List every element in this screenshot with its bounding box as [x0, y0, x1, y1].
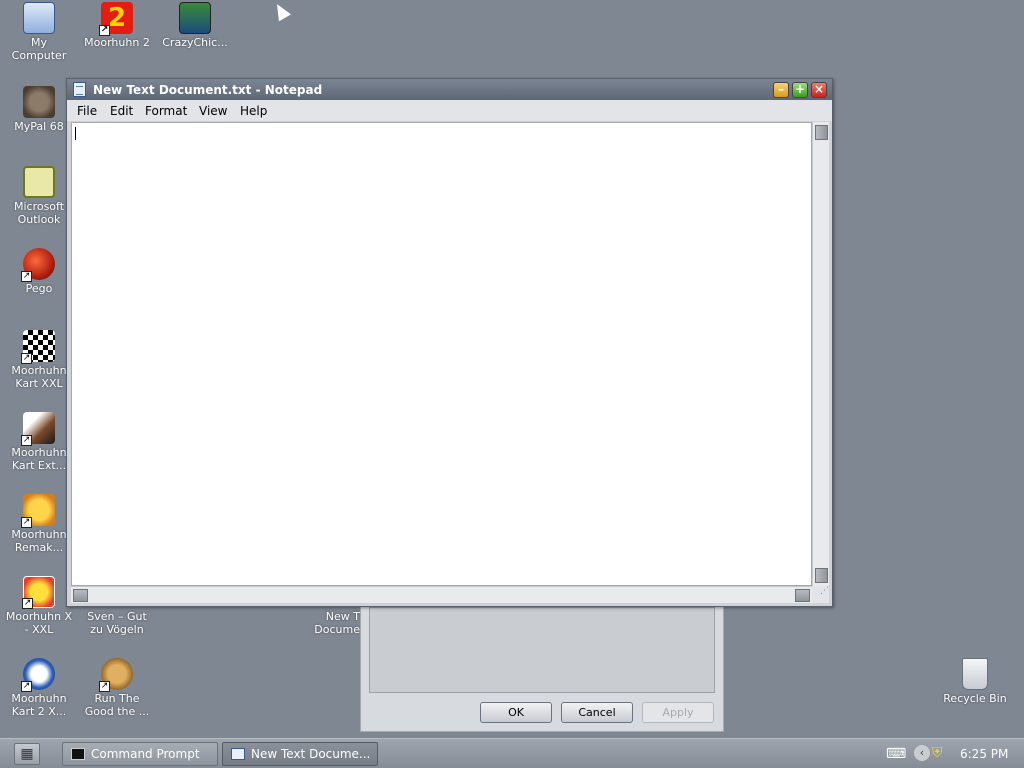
text-editor[interactable]	[71, 122, 812, 586]
menu-view[interactable]: View	[199, 104, 227, 118]
window-title: New Text Document.txt - Notepad	[93, 83, 323, 97]
task-command-prompt[interactable]: Command Prompt	[62, 742, 218, 766]
desktop-icon-crazychicken[interactable]: CrazyChic...	[156, 2, 234, 49]
text-caret	[75, 127, 76, 140]
resize-grip[interactable]: ⋰	[812, 586, 829, 603]
desktop-icon-label: CrazyChic...	[162, 36, 228, 49]
security-shield-icon[interactable]: ⛨	[932, 745, 943, 761]
raccoon-icon	[23, 86, 55, 118]
desktop-icon-label: New T Docume	[314, 610, 360, 636]
computer-icon	[23, 2, 55, 34]
shortcut-arrow-icon: ↗	[21, 353, 32, 364]
kart-xxl-icon: ↗	[21, 330, 55, 364]
shortcut-arrow-icon: ↗	[99, 681, 110, 692]
keyboard-icon[interactable]: ⌨	[886, 746, 906, 762]
command-prompt-icon	[71, 748, 85, 760]
recycle-bin-icon	[962, 658, 988, 690]
menu-edit[interactable]: Edit	[110, 104, 133, 118]
system-tray: ⌨ ‹ ⛨ 6:25 PM	[880, 742, 1020, 766]
desktop-icon-label: Recycle Bin	[943, 692, 1007, 705]
shortcut-arrow-icon: ↗	[99, 25, 110, 36]
desktop-icon-kart2[interactable]: ↗ Moorhuhn Kart 2 X...	[0, 658, 78, 718]
minimize-button[interactable]: –	[773, 82, 789, 98]
notepad-window: New Text Document.txt - Notepad – + × Fi…	[66, 78, 833, 607]
scroll-down-button[interactable]	[815, 568, 828, 583]
vertical-scrollbar[interactable]	[812, 122, 829, 586]
horizontal-scrollbar[interactable]	[71, 586, 812, 603]
kart2-icon: ↗	[21, 658, 55, 692]
shortcut-arrow-icon: ↗	[21, 435, 32, 446]
menu-format[interactable]: Format	[145, 104, 187, 118]
tray-expand-icon[interactable]: ‹	[914, 745, 930, 761]
task-label: Command Prompt	[91, 747, 200, 761]
scroll-right-button[interactable]	[795, 589, 810, 602]
mouse-cursor-icon	[270, 0, 292, 22]
desktop-icon-label: My Computer	[11, 36, 67, 62]
moorhuhn2-icon: 2 ↗	[99, 2, 133, 36]
title-bar[interactable]: New Text Document.txt - Notepad – + ×	[67, 79, 832, 100]
kart-ext-icon: ↗	[21, 412, 55, 446]
maximize-button[interactable]: +	[792, 82, 808, 98]
background-dialog: OK Cancel Apply	[360, 598, 724, 732]
ok-button[interactable]: OK	[480, 702, 552, 723]
close-button[interactable]: ×	[811, 82, 827, 98]
desktop-icon-label: Moorhuhn Kart 2 X...	[11, 692, 67, 718]
dialog-panel	[369, 607, 715, 693]
desktop-icon-recycle-bin[interactable]: Recycle Bin	[936, 658, 1014, 705]
menu-bar: File Edit Format View Help	[67, 100, 832, 121]
shortcut-arrow-icon: ↗	[22, 598, 33, 609]
cancel-button[interactable]: Cancel	[561, 702, 633, 723]
task-label: New Text Docume...	[251, 747, 371, 761]
menu-help[interactable]: Help	[240, 104, 267, 118]
shortcut-arrow-icon: ↗	[21, 271, 32, 282]
clock[interactable]: 6:25 PM	[960, 747, 1008, 761]
outlook-icon	[23, 166, 55, 198]
scroll-left-button[interactable]	[73, 589, 88, 602]
desktop-icon-label: Sven – Gut zu Vögeln	[87, 610, 147, 636]
shortcut-arrow-icon: ↗	[21, 681, 32, 692]
desktop-icon-label: Run The Good the ...	[84, 692, 150, 718]
desktop-icon-run-good[interactable]: ↗ Run The Good the ...	[78, 658, 156, 718]
pego-icon: ↗	[21, 248, 55, 282]
notepad-icon	[73, 82, 86, 97]
taskbar: ▦ Command Prompt New Text Docume... ⌨ ‹ …	[0, 738, 1024, 768]
scroll-up-button[interactable]	[815, 125, 828, 140]
desktop-icon-label: Moorhuhn X - XXL	[5, 610, 73, 636]
remake-icon: ↗	[21, 494, 55, 528]
shortcut-arrow-icon: ↗	[21, 517, 32, 528]
desktop-icon-moorhuhn-2[interactable]: 2 ↗ Moorhuhn 2	[78, 2, 156, 49]
task-notepad[interactable]: New Text Docume...	[222, 742, 378, 766]
desktop-icon-my-computer[interactable]: My Computer	[0, 2, 78, 62]
moorhuhn-x-icon: ↗	[22, 576, 55, 609]
apply-button[interactable]: Apply	[642, 702, 714, 723]
menu-file[interactable]: File	[77, 104, 97, 118]
run-good-icon: ↗	[99, 658, 133, 692]
crazychicken-icon	[179, 2, 211, 34]
start-button[interactable]: ▦	[14, 743, 40, 765]
desktop-icon-label: Moorhuhn 2	[84, 36, 150, 49]
notepad-icon	[231, 748, 245, 760]
